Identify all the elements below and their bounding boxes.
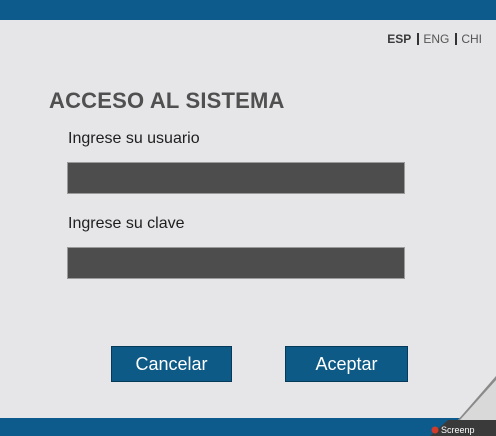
screenshot-tool-overlay: Screenp <box>430 376 496 436</box>
password-label: Ingrese su clave <box>68 215 185 232</box>
top-bar <box>0 0 496 20</box>
language-esp[interactable]: ESP <box>387 32 411 46</box>
username-input[interactable] <box>67 162 405 194</box>
accept-button[interactable]: Aceptar <box>285 346 408 382</box>
language-separator <box>455 33 458 45</box>
bottom-bar <box>0 418 496 436</box>
language-selector: ESP ENG CHI <box>387 32 482 46</box>
screenshot-tool-icon <box>431 426 439 434</box>
cancel-button[interactable]: Cancelar <box>111 346 232 382</box>
username-label: Ingrese su usuario <box>68 130 200 147</box>
language-separator <box>417 33 420 45</box>
language-chi[interactable]: CHI <box>461 32 482 46</box>
password-input[interactable] <box>67 247 405 279</box>
language-eng[interactable]: ENG <box>423 32 449 46</box>
overlay-label: Screenp <box>441 425 475 435</box>
page-title: ACCESO AL SISTEMA <box>49 88 285 113</box>
